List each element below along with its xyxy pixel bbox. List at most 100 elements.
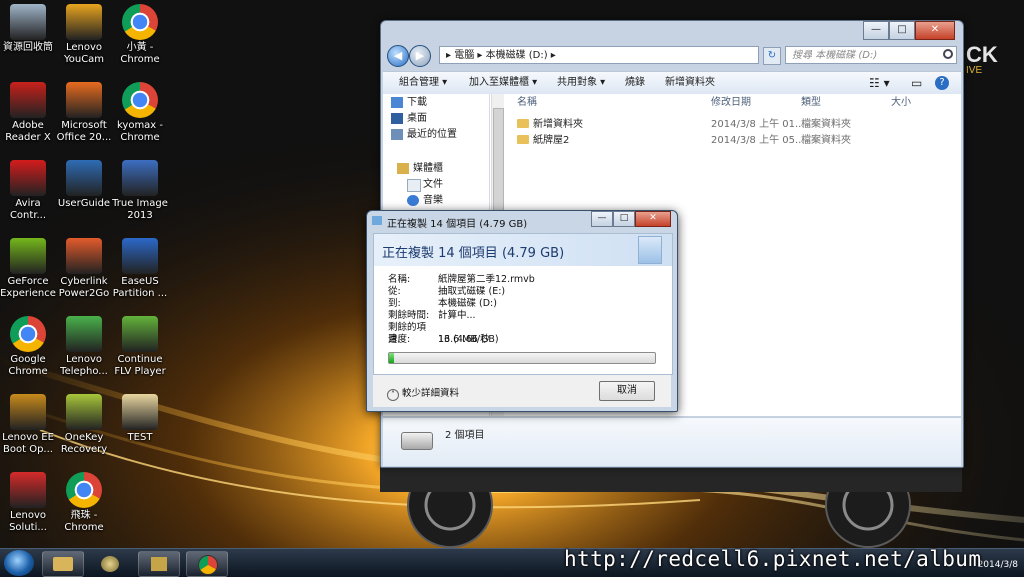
detail-key: 剩餘時間: bbox=[388, 310, 430, 321]
documents-icon bbox=[407, 179, 421, 192]
dialog-header: 正在複製 14 個項目 (4.79 GB) bbox=[373, 233, 673, 267]
desktop-icon-chrome[interactable]: 小黃 - Chrome bbox=[108, 4, 172, 66]
desktop-icon bbox=[391, 113, 403, 124]
maximize-button[interactable]: □ bbox=[613, 211, 635, 227]
desktop-icon-onekey[interactable]: OneKey Recovery bbox=[52, 394, 116, 456]
onekey-icon bbox=[66, 394, 102, 430]
folder-icon bbox=[517, 135, 529, 144]
item-count: 2 個項目 bbox=[445, 430, 485, 441]
back-arrow-icon[interactable]: ◀ bbox=[387, 45, 409, 67]
desktop-icon-lenovo-phone[interactable]: Lenovo Telepho... bbox=[52, 316, 116, 378]
burn-button[interactable]: 燒錄 bbox=[625, 72, 645, 94]
nav-item-documents[interactable]: 文件 bbox=[407, 178, 443, 192]
refresh-icon[interactable]: ↻ bbox=[763, 47, 781, 65]
column-type-header[interactable]: 類型 bbox=[801, 94, 821, 112]
desktop-icon-power2go[interactable]: Cyberlink Power2Go bbox=[52, 238, 116, 300]
taskbar-explorer-button[interactable] bbox=[42, 551, 84, 577]
lenovo-guide-icon bbox=[66, 160, 102, 196]
maximize-button[interactable]: □ bbox=[889, 21, 915, 40]
start-button[interactable] bbox=[4, 550, 34, 576]
detail-row-to: 到: 本機磁碟 (D:) bbox=[388, 298, 497, 310]
share-with-menu[interactable]: 共用對象 ▾ bbox=[557, 72, 605, 94]
desktop-icon-folder[interactable]: TEST bbox=[108, 394, 172, 444]
desktop-icon-chrome[interactable]: 飛珠 - Chrome bbox=[52, 472, 116, 534]
column-name-header[interactable]: 名稱 bbox=[517, 94, 537, 112]
cancel-button[interactable]: 取消 bbox=[599, 381, 655, 401]
folder-icon bbox=[122, 394, 158, 430]
search-icon[interactable] bbox=[943, 49, 953, 59]
taskbar-copy-button[interactable] bbox=[138, 551, 180, 577]
search-input[interactable]: 搜尋 本機磁碟 (D:) bbox=[785, 46, 957, 64]
lenovo-phone-icon bbox=[66, 316, 102, 352]
desktop-icon-label: Lenovo Soluti... bbox=[9, 510, 47, 533]
desktop-icon-adobe-reader[interactable]: Adobe Reader X bbox=[0, 82, 60, 144]
copy-progress-dialog[interactable]: 正在複製 14 個項目 (4.79 GB) — □ ✕ 正在複製 14 個項目 … bbox=[366, 210, 678, 412]
nav-item-desktop[interactable]: 桌面 bbox=[391, 112, 427, 126]
organize-menu[interactable]: 組合管理 ▾ bbox=[399, 72, 447, 94]
command-bar: 組合管理 ▾ 加入至媒體櫃 ▾ 共用對象 ▾ 燒錄 新增資料夾 ☷ ▾ ▭ ? bbox=[383, 71, 961, 95]
nav-item-recent[interactable]: 最近的位置 bbox=[391, 128, 457, 142]
avira-icon bbox=[10, 160, 46, 196]
desktop-icon-office[interactable]: Microsoft Office 20... bbox=[52, 82, 116, 144]
desktop-icon-easeus[interactable]: EaseUS Partition ... bbox=[108, 238, 172, 300]
desktop-icon-avira[interactable]: Avira Contr... bbox=[0, 160, 60, 222]
copy-task-icon bbox=[151, 557, 167, 571]
system-clock[interactable]: 2014/3/8 bbox=[978, 550, 1018, 571]
taskbar-chrome-button[interactable] bbox=[186, 551, 228, 577]
view-options-icon[interactable]: ☷ ▾ bbox=[869, 72, 890, 94]
lenovo-boot-icon bbox=[10, 394, 46, 430]
downloads-icon bbox=[391, 97, 403, 108]
taskbar-paint-button[interactable] bbox=[90, 551, 132, 577]
library-icon bbox=[397, 163, 409, 174]
preview-pane-icon[interactable]: ▭ bbox=[911, 72, 922, 94]
help-icon[interactable]: ? bbox=[935, 76, 949, 90]
address-input[interactable]: ▸ 電腦 ▸ 本機磁碟 (D:) ▸ bbox=[439, 46, 759, 64]
desktop-icon-lenovo-solutions[interactable]: Lenovo Soluti... bbox=[0, 472, 60, 534]
desktop-icon-label: Lenovo YouCam bbox=[63, 42, 105, 65]
close-button[interactable]: ✕ bbox=[635, 211, 671, 227]
desktop-icon-nvidia[interactable]: GeForce Experience bbox=[0, 238, 60, 300]
file-row[interactable]: 紙牌屋2 bbox=[517, 134, 569, 148]
new-folder-button[interactable]: 新增資料夾 bbox=[665, 72, 715, 94]
file-row[interactable]: 新增資料夾 bbox=[517, 118, 583, 132]
less-details-toggle[interactable]: ˄ 較少詳細資料 bbox=[387, 385, 459, 401]
desktop-icon-label: Cyberlink Power2Go bbox=[58, 276, 110, 299]
watermark-url: http://redcell6.pixnet.net/album bbox=[564, 547, 982, 571]
nvidia-icon bbox=[10, 238, 46, 274]
nav-item-label: 下載 bbox=[407, 97, 427, 108]
detail-key: 到: bbox=[388, 298, 401, 309]
nav-item-label: 音樂 bbox=[423, 195, 443, 206]
webcam-icon bbox=[66, 4, 102, 40]
desktop-icon-lenovo-guide[interactable]: UserGuide bbox=[52, 160, 116, 210]
desktop-icon-true-image[interactable]: True Image 2013 bbox=[108, 160, 172, 222]
desktop-icon-label: kyomax - Chrome bbox=[116, 120, 164, 143]
desktop-icon-label: 小黃 - Chrome bbox=[120, 42, 160, 65]
nav-item-libraries[interactable]: 媒體櫃 bbox=[397, 162, 443, 176]
forward-arrow-icon[interactable]: ▶ bbox=[409, 45, 431, 67]
desktop-icon-chrome[interactable]: Google Chrome bbox=[0, 316, 60, 378]
detail-row-speed: 速度: 16.6 MB/秒 bbox=[388, 334, 490, 346]
add-to-library-menu[interactable]: 加入至媒體櫃 ▾ bbox=[469, 72, 537, 94]
desktop-icon-recycle-bin[interactable]: 資源回收筒 bbox=[0, 4, 60, 54]
desktop-icon-webcam[interactable]: Lenovo YouCam bbox=[52, 4, 116, 66]
desktop-icon-label: 飛珠 - Chrome bbox=[64, 510, 104, 533]
desktop-icon-lenovo-boot[interactable]: Lenovo EE Boot Op... bbox=[0, 394, 60, 456]
desktop-icon-chrome[interactable]: kyomax - Chrome bbox=[108, 82, 172, 144]
desktop-icon-label: Avira Contr... bbox=[9, 198, 47, 221]
true-image-icon bbox=[122, 160, 158, 196]
chevron-up-icon: ˄ bbox=[387, 389, 399, 401]
column-size-header[interactable]: 大小 bbox=[891, 94, 911, 112]
dialog-title: 正在複製 14 個項目 (4.79 GB) bbox=[387, 219, 528, 230]
desktop-icon-flv-player[interactable]: Continue FLV Player bbox=[108, 316, 172, 378]
dialog-caption-buttons: — □ ✕ bbox=[591, 211, 671, 227]
clock-date: 2014/3/8 bbox=[977, 560, 1018, 570]
file-name: 新增資料夾 bbox=[533, 119, 583, 130]
minimize-button[interactable]: — bbox=[863, 21, 889, 40]
minimize-button[interactable]: — bbox=[591, 211, 613, 227]
column-date-header[interactable]: 修改日期 bbox=[711, 94, 751, 112]
desktop-icon-label: Adobe Reader X bbox=[5, 120, 51, 143]
close-button[interactable]: ✕ bbox=[915, 21, 955, 40]
nav-item-downloads[interactable]: 下載 bbox=[391, 96, 427, 110]
chrome-icon bbox=[122, 4, 158, 40]
nav-item-music[interactable]: 音樂 bbox=[407, 194, 443, 208]
